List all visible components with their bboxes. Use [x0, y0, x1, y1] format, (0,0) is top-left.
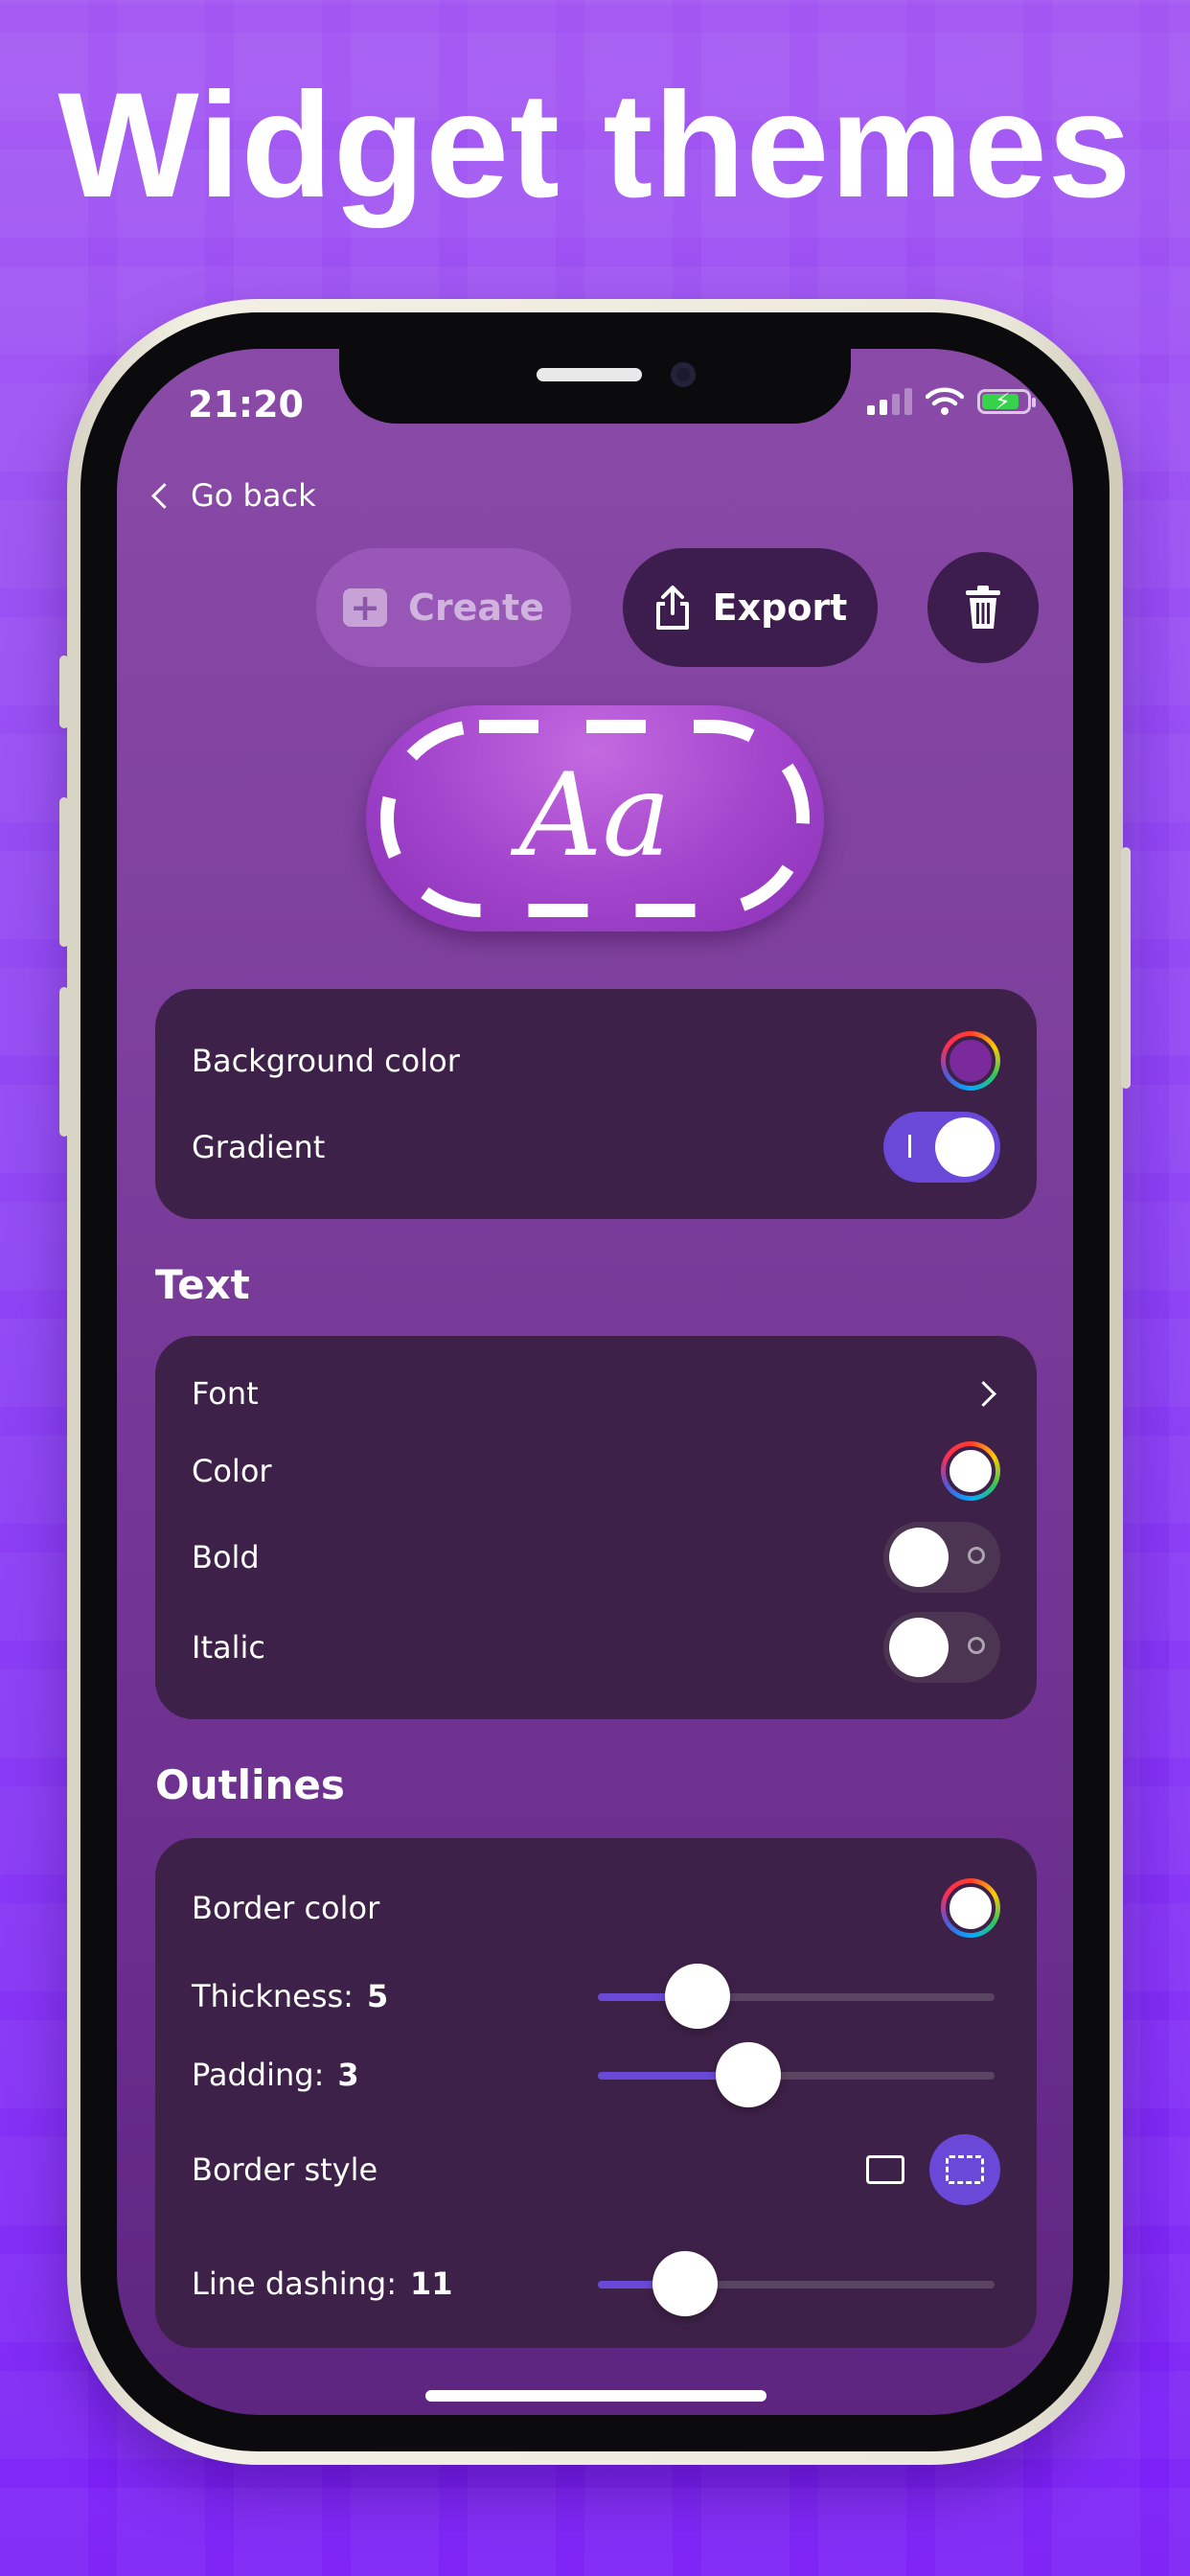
border-color-row[interactable]: Border color: [192, 1873, 1000, 1944]
background-card: Background color Gradient: [155, 989, 1037, 1219]
dashed-border-icon: [946, 2155, 984, 2184]
italic-row: Italic: [192, 1612, 1000, 1683]
line-dashing-slider[interactable]: [598, 2251, 995, 2316]
speaker: [537, 368, 642, 381]
padding-slider-thumb[interactable]: [716, 2042, 781, 2107]
notch: [339, 349, 851, 424]
font-label: Font: [192, 1375, 259, 1412]
background-color-swatch[interactable]: [941, 1031, 1000, 1091]
delete-button[interactable]: [927, 552, 1039, 663]
line-dashing-slider-thumb[interactable]: [652, 2251, 718, 2316]
trash-icon: [966, 586, 1000, 629]
border-color-swatch[interactable]: [941, 1878, 1000, 1938]
thickness-slider[interactable]: [598, 1964, 995, 2029]
export-button[interactable]: Export: [623, 548, 878, 667]
gradient-row: Gradient: [192, 1112, 1000, 1183]
bold-row: Bold: [192, 1522, 1000, 1593]
bold-label: Bold: [192, 1539, 260, 1576]
cellular-signal-icon: [867, 388, 912, 415]
front-camera: [671, 362, 696, 387]
volume-up-button: [59, 797, 69, 947]
border-color-label: Border color: [192, 1890, 380, 1926]
line-dashing-value: 11: [410, 2266, 453, 2302]
background-color-label: Background color: [192, 1043, 460, 1079]
font-row[interactable]: Font: [192, 1359, 1000, 1428]
line-dashing-label: Line dashing:: [192, 2266, 397, 2302]
chevron-right-icon: [971, 1380, 996, 1407]
outlines-card: Border color Thickness: 5 Padding: 3 Bor…: [155, 1838, 1037, 2348]
battery-charging-icon: ⚡: [977, 388, 1036, 415]
status-time: 21:20: [188, 383, 304, 426]
widget-preview: Aa: [366, 705, 824, 932]
background-color-row[interactable]: Background color: [192, 1025, 1000, 1096]
status-icons: ⚡: [867, 387, 1036, 416]
solid-border-option[interactable]: [866, 2155, 904, 2184]
text-color-swatch[interactable]: [941, 1441, 1000, 1501]
go-back-label: Go back: [191, 477, 316, 514]
thickness-value: 5: [366, 1978, 389, 2014]
border-style-picker: [866, 2134, 1000, 2205]
outlines-section-title: Outlines: [155, 1761, 345, 1808]
go-back-button[interactable]: Go back: [151, 477, 316, 514]
text-color-row[interactable]: Color: [192, 1436, 1000, 1506]
padding-value: 3: [337, 2057, 359, 2093]
gradient-label: Gradient: [192, 1129, 326, 1165]
export-label: Export: [712, 586, 848, 629]
preview-text: Aa: [518, 749, 672, 883]
text-color-label: Color: [192, 1453, 272, 1489]
thickness-slider-thumb[interactable]: [665, 1964, 730, 2029]
headline: Widget themes: [57, 62, 1133, 229]
mute-switch: [59, 656, 69, 728]
add-icon: +: [343, 588, 387, 627]
phone-screen: 21:20 ⚡ Go back + Create Export Aa Backg…: [117, 349, 1073, 2415]
bold-toggle[interactable]: [883, 1522, 1000, 1593]
text-card: Font Color Bold Italic: [155, 1336, 1037, 1719]
share-icon: [655, 586, 689, 630]
padding-slider[interactable]: [598, 2042, 995, 2107]
create-label: Create: [408, 586, 544, 629]
border-style-row: Border style: [192, 2131, 1000, 2208]
padding-label: Padding:: [192, 2057, 325, 2093]
home-indicator[interactable]: [425, 2390, 767, 2402]
text-section-title: Text: [155, 1261, 250, 1308]
border-style-label: Border style: [192, 2151, 378, 2188]
wifi-icon: [926, 387, 964, 415]
power-button: [1121, 847, 1131, 1089]
thickness-label: Thickness:: [192, 1978, 354, 2014]
italic-toggle[interactable]: [883, 1612, 1000, 1683]
italic-label: Italic: [192, 1629, 265, 1666]
volume-down-button: [59, 987, 69, 1137]
gradient-toggle[interactable]: [883, 1112, 1000, 1183]
create-button[interactable]: + Create: [316, 548, 571, 667]
chevron-left-icon: [151, 482, 177, 509]
dashed-border-option[interactable]: [929, 2134, 1000, 2205]
